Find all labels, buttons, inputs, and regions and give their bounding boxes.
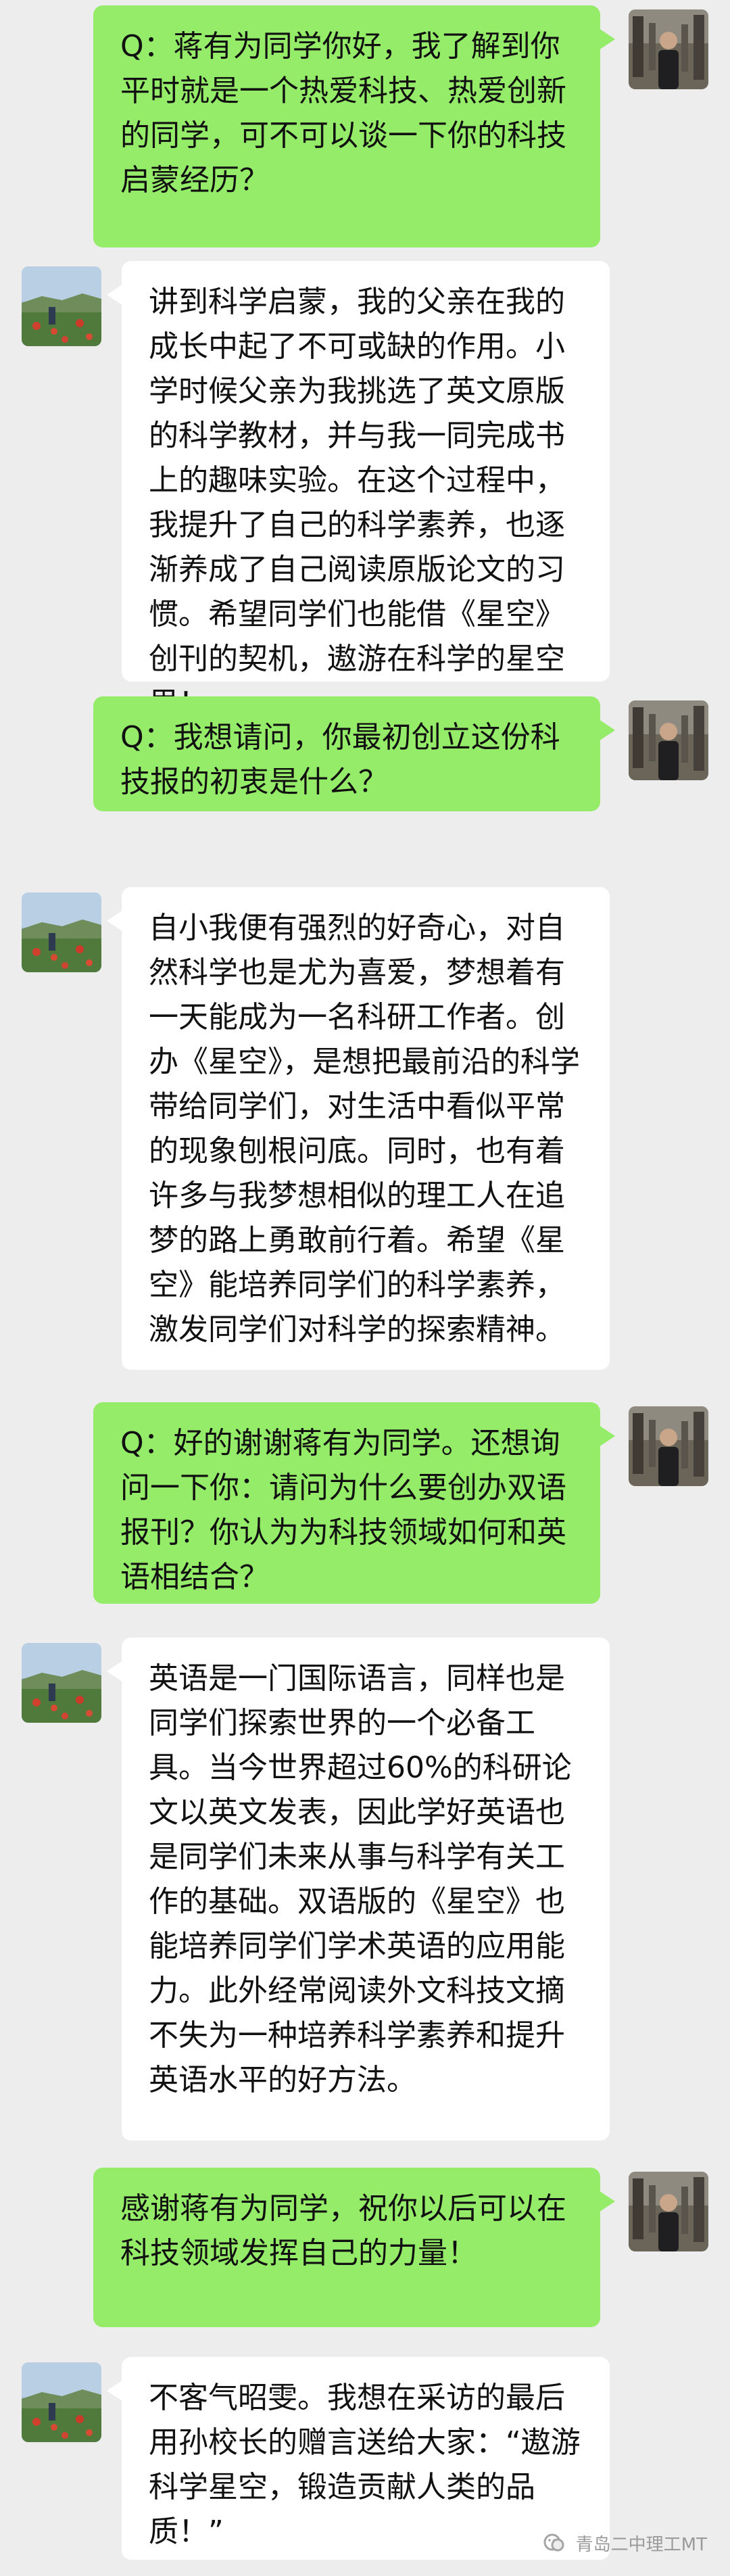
answer-bubble[interactable]: 不客气昭雯。我想在采访的最后用孙校长的赠言送给大家：“遨游科学星空，锻造贡献人类… xyxy=(107,2357,610,2560)
question-bubble[interactable]: Q：好的谢谢蒋有为同学。还想询问一下你：请问为什么要创办双语报刊？你认为为科技领… xyxy=(93,1402,615,1604)
interviewee-avatar[interactable] xyxy=(22,892,101,972)
message-text: Q：好的谢谢蒋有为同学。还想询问一下你：请问为什么要创办双语报刊？你认为为科技领… xyxy=(120,1426,566,1594)
question-bubble[interactable]: 感谢蒋有为同学，祝你以后可以在科技领域发挥自己的力量！ xyxy=(93,2168,615,2327)
answer-bubble[interactable]: 英语是一门国际语言，同样也是同学们探索世界的一个必备工具。当今世界超过60%的科… xyxy=(107,1638,610,2141)
interviewer-avatar[interactable] xyxy=(629,2172,708,2251)
wechat-official-account-icon xyxy=(542,2531,566,2556)
interviewer-avatar[interactable] xyxy=(629,700,708,780)
interviewee-avatar[interactable] xyxy=(22,1643,101,1723)
question-bubble[interactable]: Q：我想请问，你最初创立这份科技报的初衷是什么？ xyxy=(93,696,615,811)
answer-bubble[interactable]: 自小我便有强烈的好奇心，对自然科学也是尤为喜爱，梦想着有一天能成为一名科研工作者… xyxy=(107,887,610,1370)
interviewer-avatar[interactable] xyxy=(629,1406,708,1486)
interviewee-avatar[interactable] xyxy=(22,266,101,346)
message-text: Q：蒋有为同学你好，我了解到你平时就是一个热爱科技、热爱创新的同学，可不可以谈一… xyxy=(120,29,566,197)
message-text: Q：我想请问，你最初创立这份科技报的初衷是什么？ xyxy=(120,720,560,799)
interviewee-avatar[interactable] xyxy=(22,2362,101,2442)
question-bubble[interactable]: Q：蒋有为同学你好，我了解到你平时就是一个热爱科技、热爱创新的同学，可不可以谈一… xyxy=(93,5,615,247)
message-text: 自小我便有强烈的好奇心，对自然科学也是尤为喜爱，梦想着有一天能成为一名科研工作者… xyxy=(149,911,580,1347)
message-text: 讲到科学启蒙，我的父亲在我的成长中起了不可或缺的作用。小学时候父亲为我挑选了英文… xyxy=(149,285,565,721)
message-text: 英语是一门国际语言，同样也是同学们探索世界的一个必备工具。当今世界超过60%的科… xyxy=(149,1661,572,2097)
watermark: 青岛二中理工MT xyxy=(542,2531,707,2556)
message-text: 不客气昭雯。我想在采访的最后用孙校长的赠言送给大家：“遨游科学星空，锻造贡献人类… xyxy=(149,2381,581,2549)
answer-bubble[interactable]: 讲到科学启蒙，我的父亲在我的成长中起了不可或缺的作用。小学时候父亲为我挑选了英文… xyxy=(107,261,610,721)
interviewer-avatar[interactable] xyxy=(629,9,708,89)
message-text: 感谢蒋有为同学，祝你以后可以在科技领域发挥自己的力量！ xyxy=(120,2191,566,2270)
watermark-text: 青岛二中理工MT xyxy=(575,2535,707,2555)
